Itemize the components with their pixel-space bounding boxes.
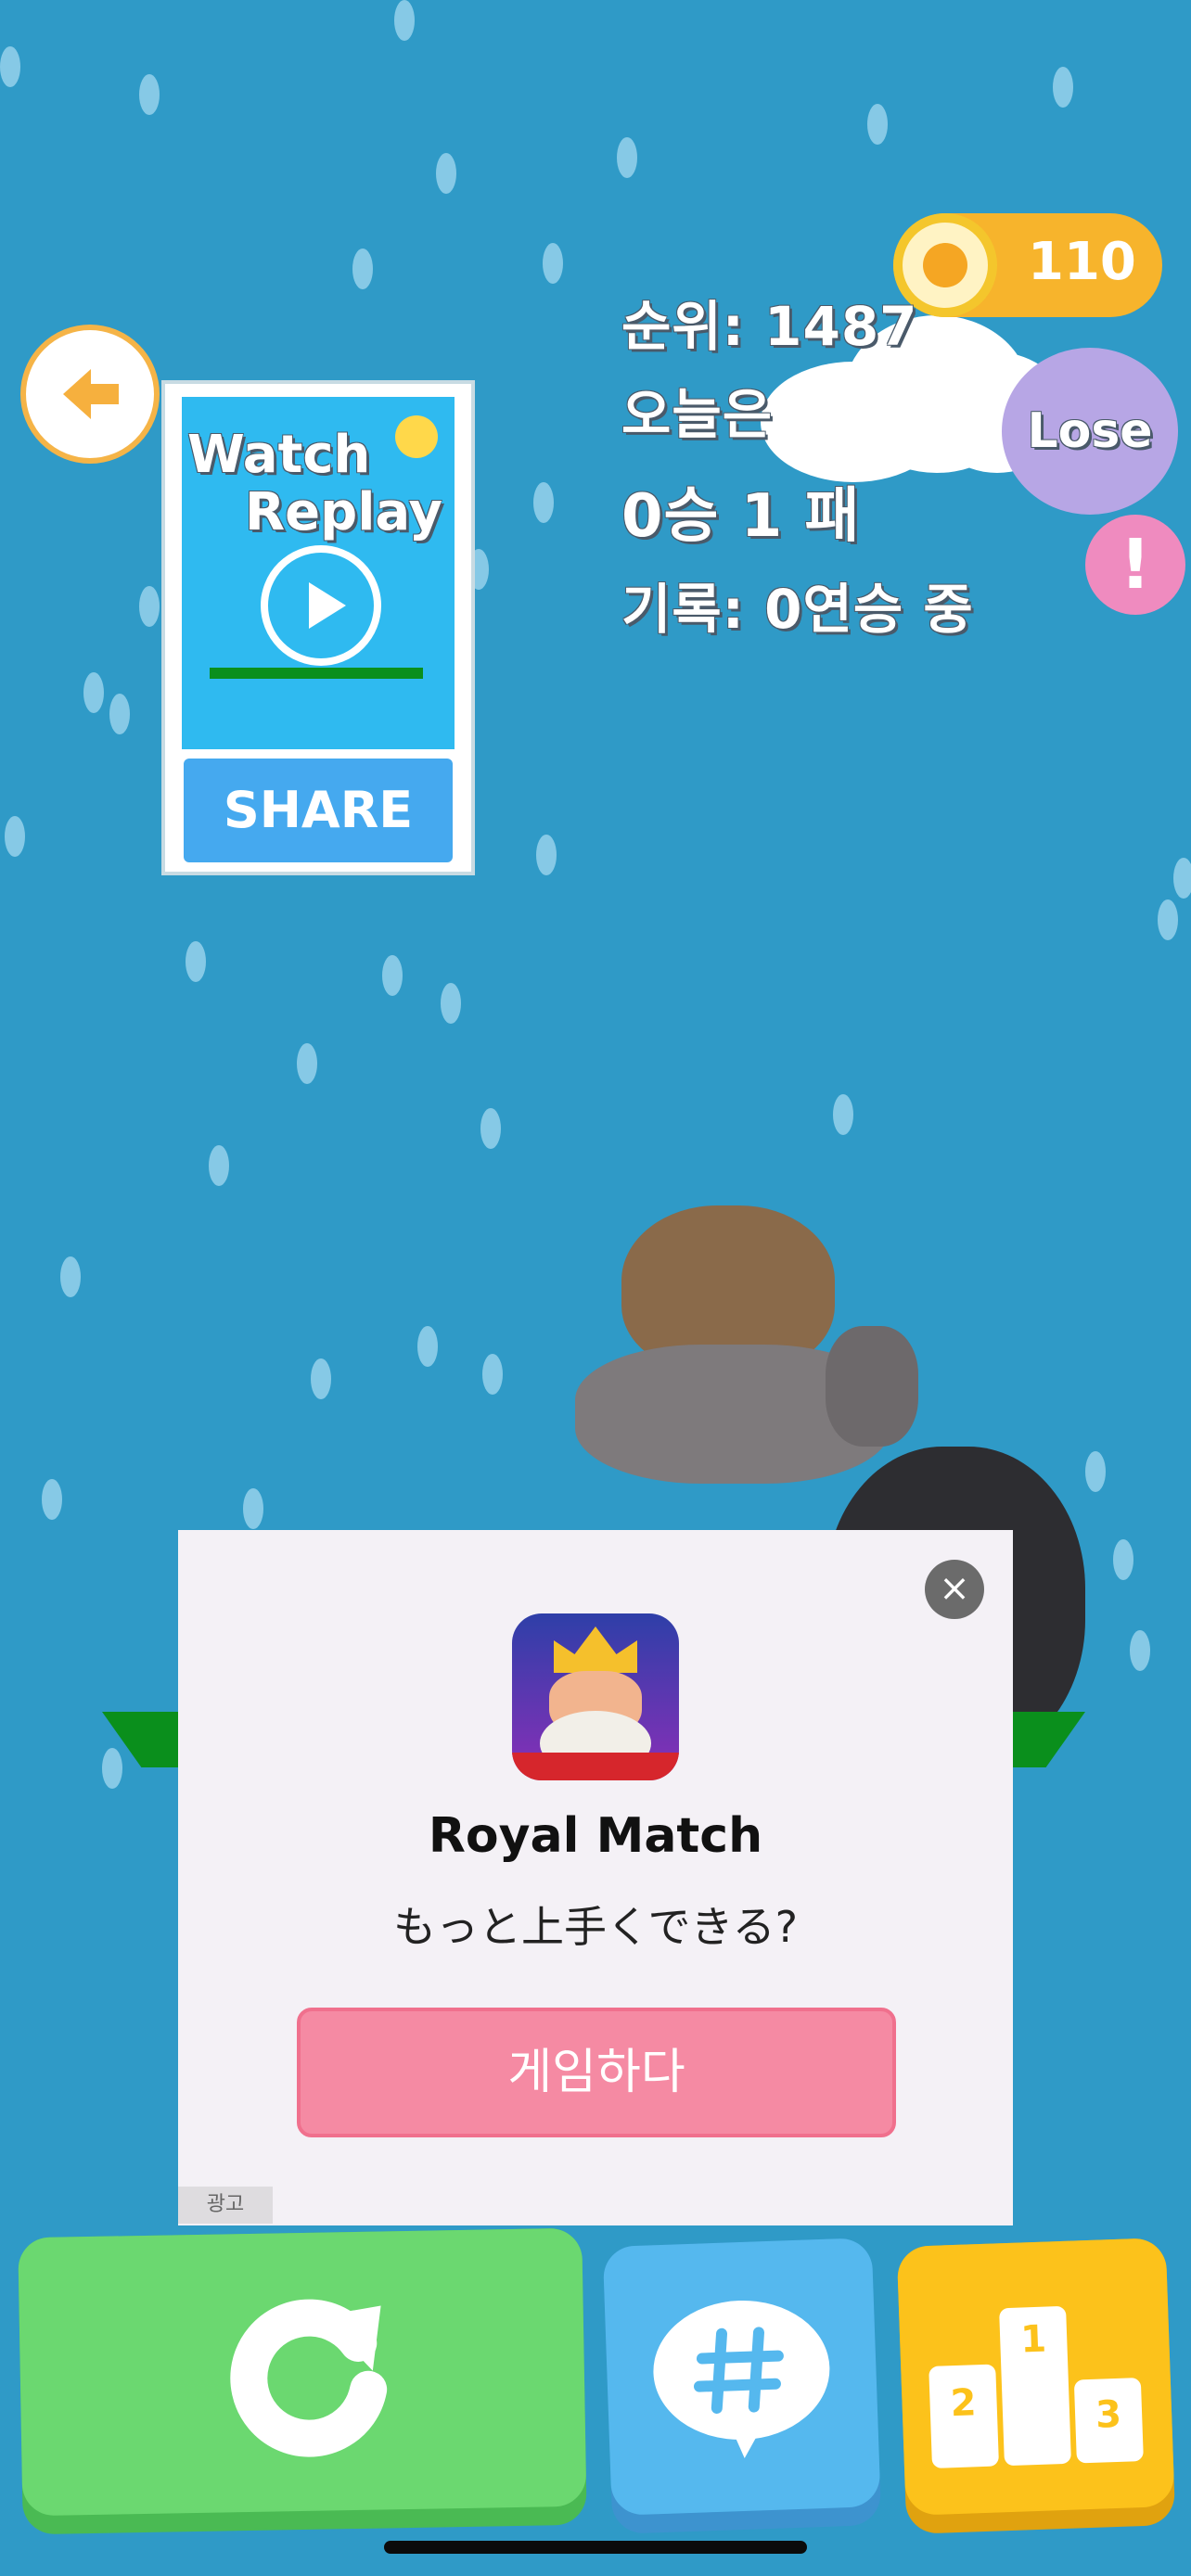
replay-card[interactable]: Watch Replay SHARE — [165, 384, 471, 872]
restart-button[interactable] — [18, 2227, 587, 2535]
podium-rank-2: 2 — [949, 2381, 978, 2426]
arrow-left-icon — [63, 369, 119, 419]
podium-rank-1: 1 — [1019, 2317, 1047, 2362]
today-record: 0승 1 패 — [621, 482, 861, 551]
sun-icon — [395, 415, 438, 458]
coin-count: 110 — [1028, 232, 1136, 292]
ad-tag: 광고 — [178, 2187, 273, 2224]
replay-title-line1: Watch — [187, 425, 371, 485]
hashtag-chat-icon — [653, 2300, 830, 2458]
result-badge-label: Lose — [1027, 403, 1153, 459]
podium-icon: 2 1 3 — [927, 2303, 1146, 2468]
ad-tagline: もっと上手くできる? — [392, 1902, 799, 1952]
app-icon[interactable] — [512, 1613, 679, 1780]
replay-preview[interactable]: Watch Replay — [182, 397, 455, 749]
home-indicator[interactable] — [384, 2541, 807, 2554]
hashtag-chat-button[interactable] — [602, 2238, 882, 2534]
ad-popup[interactable]: × Royal Match もっと上手くできる? 게임하다 광고 — [178, 1530, 1013, 2225]
share-button[interactable]: SHARE — [184, 759, 453, 862]
ad-play-button[interactable]: 게임하다 — [297, 2008, 896, 2137]
back-button[interactable] — [20, 325, 160, 464]
play-icon[interactable] — [261, 545, 381, 666]
donkey-head — [826, 1326, 918, 1447]
streak-text: 기록: 0연승 중 — [621, 578, 974, 641]
alert-button[interactable]: ! — [1085, 515, 1185, 615]
rank-text: 순위: 1487 — [621, 295, 918, 358]
ad-close-button[interactable]: × — [925, 1560, 984, 1619]
leaderboard-button[interactable]: 2 1 3 — [896, 2238, 1176, 2534]
podium-rank-3: 3 — [1095, 2392, 1122, 2437]
today-label: 오늘은 — [621, 383, 774, 446]
replay-ground — [210, 668, 423, 679]
alert-icon: ! — [1120, 525, 1151, 605]
ad-app-name: Royal Match — [428, 1808, 763, 1864]
result-badge: Lose — [1002, 348, 1178, 515]
restart-icon — [230, 2299, 388, 2457]
replay-title-line2: Replay — [245, 482, 442, 542]
